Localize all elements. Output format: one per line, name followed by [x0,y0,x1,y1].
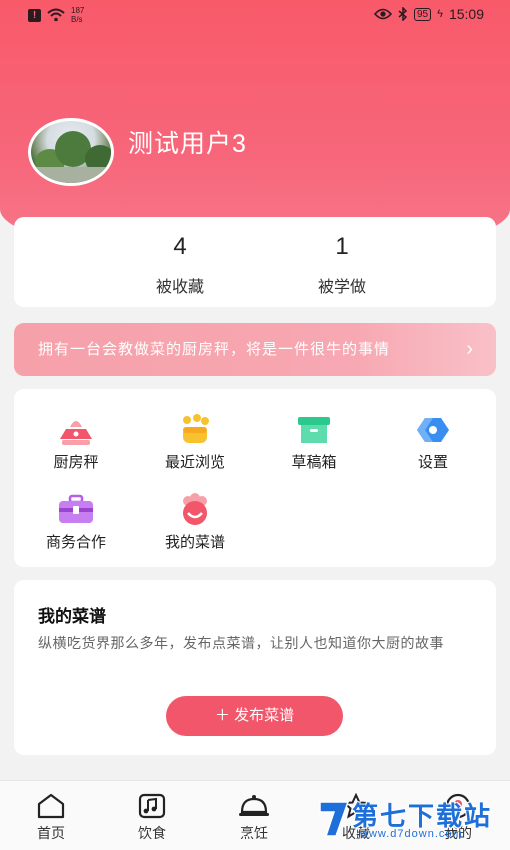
wifi-icon [47,8,65,22]
section-description: 纵横吃货界那么多年，发布点菜谱，让别人也知道你大厨的故事 [38,635,444,651]
chevron-right-icon: › [466,338,474,360]
watermark-logo-icon [319,801,350,837]
username[interactable]: 测试用户3 [128,124,247,160]
recent-icon [183,414,209,443]
banner-text: 拥有一台会教做菜的厨房秤，将是一件很牛的事情 [38,341,391,358]
notification-icon: ! [28,8,41,22]
stat-collected[interactable]: 4 被收藏 [120,233,240,297]
watermark-url: www.d7down.com [360,828,463,840]
tab-label: 烹饪 [240,825,268,841]
menu-item-settings[interactable]: 设置 [383,413,483,472]
menu-item-label: 商务合作 [45,534,106,551]
tab-home[interactable]: 首页 [21,793,81,843]
publish-recipe-button[interactable]: ＋ 发布菜谱 [166,696,343,736]
tab-label: 饮食 [138,825,166,841]
my-recipes-card: 我的菜谱 纵横吃货界那么多年，发布点菜谱，让别人也知道你大厨的故事 ＋ 发布菜谱 [14,580,496,755]
bluetooth-icon [398,7,408,21]
menu-item-label: 最近浏览 [164,454,225,471]
avatar[interactable] [28,118,114,186]
menu-item-kitchen-scale[interactable]: 厨房秤 [26,413,126,472]
stat-label: 被收藏 [155,279,204,296]
stat-label: 被学做 [317,279,366,296]
section-title: 我的菜谱 [38,607,106,626]
drafts-icon [298,417,330,443]
home-icon [37,793,65,819]
diet-icon [138,793,166,819]
tab-label: 首页 [37,825,65,841]
menu-item-label: 草稿箱 [291,454,337,471]
scale-icon [60,421,92,445]
menu-item-business[interactable]: 商务合作 [26,493,126,552]
site-watermark: 第七下载站 www.d7down.com [316,796,506,848]
menu-item-label: 设置 [417,454,448,471]
menu-item-label: 厨房秤 [53,454,99,471]
stat-learned[interactable]: 1 被学做 [282,233,402,297]
briefcase-icon [59,494,93,523]
kitchen-scale-banner[interactable]: 拥有一台会教做菜的厨房秤，将是一件很牛的事情 › [14,323,496,376]
feature-menu: 厨房秤 最近浏览 草稿箱 设置 商务合作 我的菜谱 [14,389,496,567]
stats-card: 4 被收藏 1 被学做 [14,217,496,307]
menu-item-label: 我的菜谱 [164,534,225,551]
tab-diet[interactable]: 饮食 [122,793,182,843]
stat-value: 1 [335,233,349,260]
cloche-icon [239,795,269,816]
stat-value: 4 [173,233,187,260]
clock: 15:09 [448,6,484,22]
menu-item-my-recipes[interactable]: 我的菜谱 [145,493,245,552]
chef-icon [183,493,207,525]
settings-icon [417,418,449,442]
menu-item-recent[interactable]: 最近浏览 [145,413,245,472]
menu-item-drafts[interactable]: 草稿箱 [264,413,364,472]
charging-icon: ϟ [437,8,443,20]
tab-cooking[interactable]: 烹饪 [224,793,284,843]
network-speed: 187 B/s [71,6,85,24]
eye-icon [374,8,392,20]
battery-icon: 95 [414,7,432,21]
status-bar: ! 187 B/s 95 ϟ 15:09 [0,0,510,32]
